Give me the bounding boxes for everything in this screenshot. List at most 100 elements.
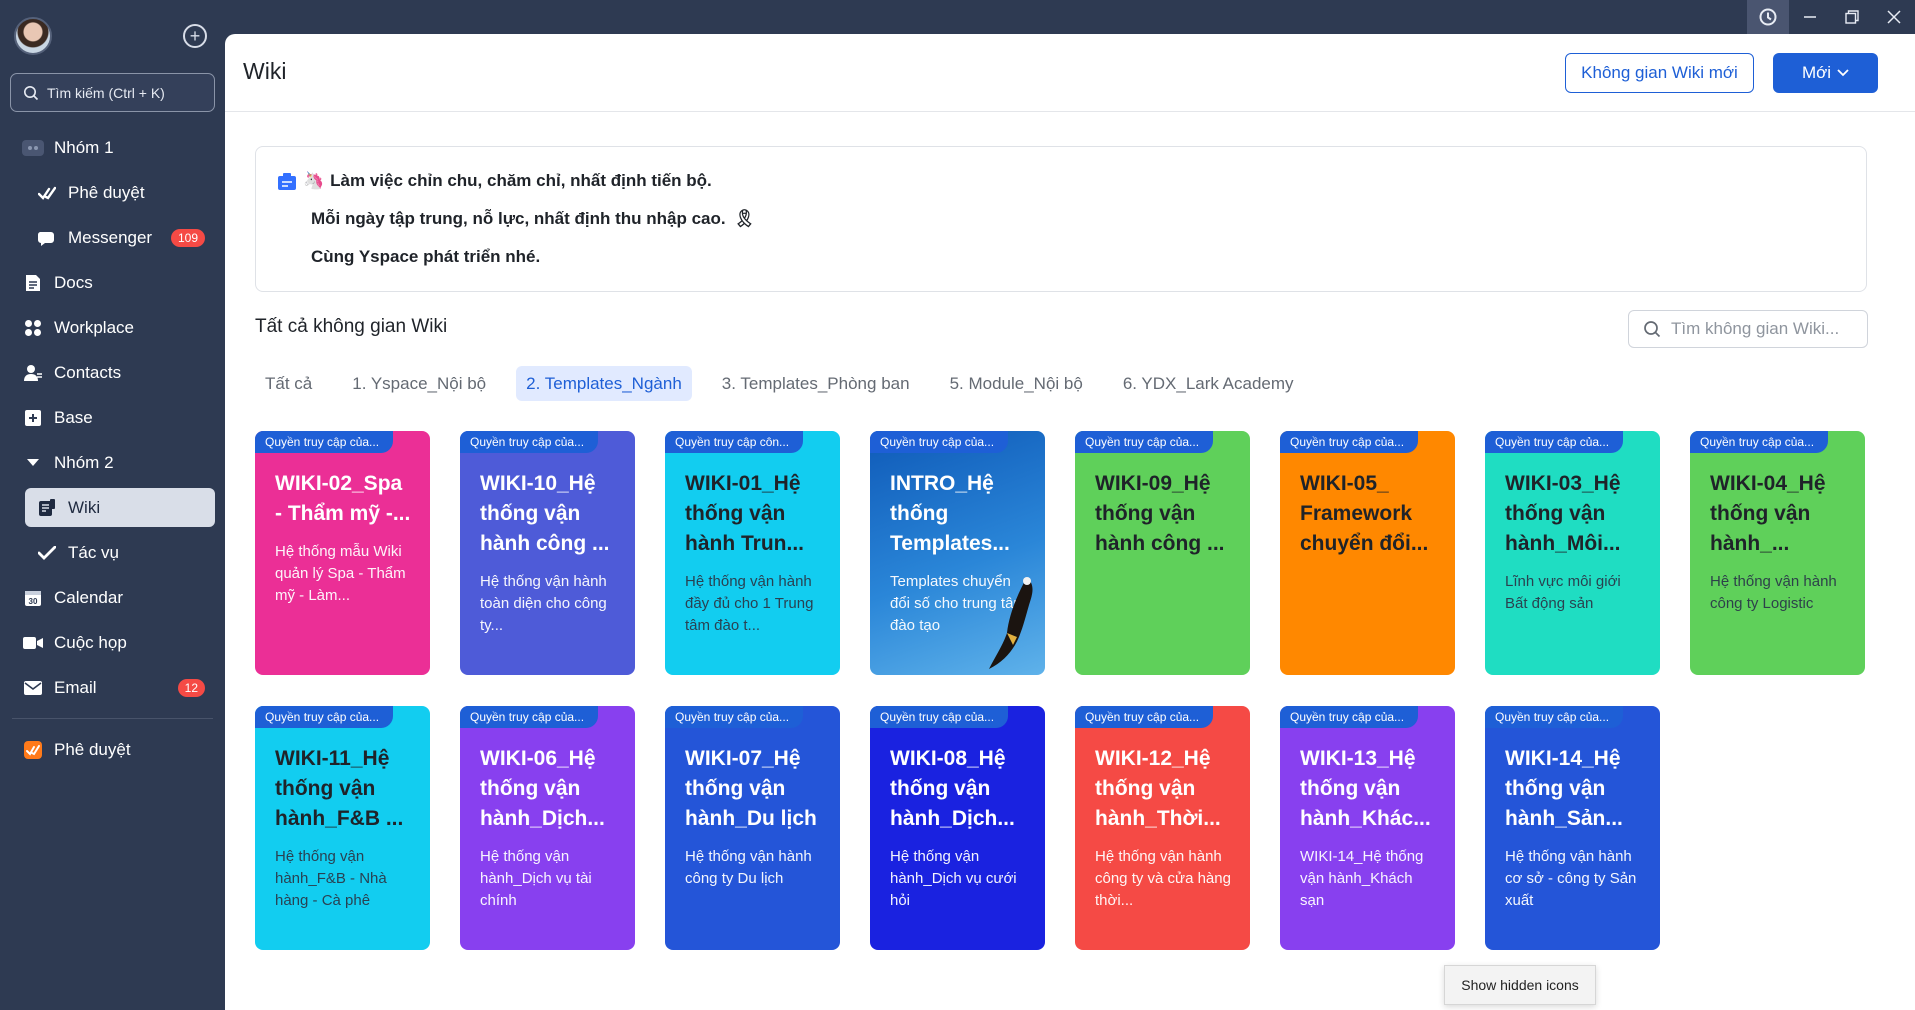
card-title: WIKI-09_Hệ thống vận hành công ...	[1095, 472, 1225, 555]
contacts-icon	[22, 362, 44, 384]
sidebar-item-email[interactable]: Email 12	[0, 665, 225, 710]
card-title: WIKI-06_Hệ thống vận hành_Dịch...	[480, 747, 605, 830]
card-title: WIKI-07_Hệ thống vận hành_Du lịch	[685, 747, 817, 830]
access-tag: Quyền truy cập của...	[1485, 431, 1624, 453]
tab-templates-nganh[interactable]: 2. Templates_Ngành	[516, 366, 692, 401]
avatar[interactable]	[14, 17, 52, 55]
wiki-space-card[interactable]: Quyền truy cập của... WIKI-11_Hệ thống vậ…	[255, 706, 430, 950]
unread-badge: 12	[177, 678, 205, 697]
sidebar-divider	[12, 718, 213, 719]
sidebar-item-tac-vu[interactable]: Tác vụ	[0, 530, 225, 575]
sidebar-item-label: Phê duyệt	[54, 739, 131, 759]
create-button[interactable]: +	[183, 24, 207, 48]
wiki-space-card[interactable]: Quyền truy cập của... WIKI-10_Hệ thống vậ…	[460, 431, 635, 675]
sidebar-item-label: Base	[54, 407, 93, 427]
announcement-line-3: Cùng Yspace phát triển nhé.	[311, 247, 541, 266]
card-title: WIKI-13_Hệ thống vận hành_Khác...	[1300, 747, 1431, 830]
announcement-line-1: 🦄 Làm việc chỉn chu, chăm chỉ, nhất định …	[303, 171, 712, 190]
tab-templates-phong-ban[interactable]: 3. Templates_Phòng ban	[712, 366, 920, 401]
sidebar-item-workplace[interactable]: Workplace	[0, 305, 225, 350]
sidebar-item-docs[interactable]: Docs	[0, 260, 225, 305]
wiki-space-card[interactable]: Quyền truy cập của... WIKI-09_Hệ thống vậ…	[1075, 431, 1250, 675]
sidebar-item-label: Phê duyệt	[68, 182, 145, 202]
sidebar-item-phe-duyet-app[interactable]: Phê duyệt	[0, 727, 225, 772]
card-description: Lĩnh vực môi giới Bất động sản	[1505, 573, 1621, 612]
sidebar-item-cuoc-hop[interactable]: Cuộc họp	[0, 620, 225, 665]
global-search[interactable]: Tìm kiếm (Ctrl + K)	[10, 73, 215, 112]
close-icon[interactable]	[1873, 0, 1915, 34]
access-tag: Quyền truy cập của...	[1280, 706, 1419, 728]
card-description: Hệ thống mẫu Wiki quản lý Spa - Thẩm mỹ …	[275, 543, 406, 604]
wiki-space-card[interactable]: Quyền truy cập của... WIKI-07_Hệ thống vậ…	[665, 706, 840, 950]
sidebar-item-label: Contacts	[54, 362, 122, 382]
wiki-space-card[interactable]: Quyền truy cập của... INTRO_Hệ thống Temp…	[870, 431, 1045, 675]
restore-icon[interactable]	[1831, 0, 1873, 34]
search-icon	[24, 85, 39, 100]
card-title: WIKI-08_Hệ thống vận hành_Dịch...	[890, 747, 1015, 830]
wiki-space-card[interactable]: Quyền truy cập côn... WIKI-01_Hệ thống vậ…	[665, 431, 840, 675]
meeting-icon	[22, 632, 44, 654]
tab-yspace-noi-bo[interactable]: 1. Yspace_Nội bộ	[342, 366, 496, 401]
wiki-space-card[interactable]: Quyền truy cập của... WIKI-08_Hệ thống vậ…	[870, 706, 1045, 950]
docs-icon	[22, 272, 44, 294]
eagle-image	[989, 577, 1033, 669]
wiki-space-card[interactable]: Quyền truy cập của... WIKI-14_Hệ thống vậ…	[1485, 706, 1660, 950]
svg-text:30: 30	[29, 597, 38, 606]
sidebar-item-nhom-2[interactable]: Nhóm 2	[0, 440, 225, 485]
tab-ydx-lark-academy[interactable]: 6. YDX_Lark Academy	[1113, 366, 1304, 401]
sidebar-item-label: Workplace	[54, 317, 134, 337]
header: Wiki Không gian Wiki mới Mới	[225, 34, 1915, 112]
window-controls	[1747, 0, 1915, 34]
tab-tat-ca[interactable]: Tất cả	[255, 366, 322, 401]
sidebar-item-label: Calendar	[54, 587, 123, 607]
sidebar-item-wiki[interactable]: Wiki	[0, 485, 225, 530]
email-icon	[22, 677, 44, 699]
access-tag: Quyền truy cập của...	[1075, 431, 1214, 453]
card-title: WIKI-04_Hệ thống vận hành_...	[1710, 472, 1826, 555]
task-icon	[36, 542, 58, 564]
card-description: Hệ thống vận hành cơ sở - công ty Sản xu…	[1505, 848, 1637, 909]
sidebar-item-calendar[interactable]: 30 Calendar	[0, 575, 225, 620]
section-title: Tất cả không gian Wiki	[255, 316, 448, 337]
wiki-space-card[interactable]: Quyền truy cập của... WIKI-06_Hệ thống vậ…	[460, 706, 635, 950]
sidebar-item-base[interactable]: Base	[0, 395, 225, 440]
page-title: Wiki	[243, 58, 287, 84]
access-tag: Quyền truy cập côn...	[665, 431, 804, 453]
wiki-space-card[interactable]: Quyền truy cập của... WIKI-05_ Framework …	[1280, 431, 1455, 675]
new-button[interactable]: Mới	[1773, 53, 1878, 93]
wiki-space-card[interactable]: Quyền truy cập của... WIKI-13_Hệ thống vậ…	[1280, 706, 1455, 950]
sidebar-item-phe-duyet[interactable]: Phê duyệt	[0, 170, 225, 215]
card-title: INTRO_Hệ thống Templates...	[890, 472, 1010, 555]
new-wiki-space-button[interactable]: Không gian Wiki mới	[1565, 53, 1754, 93]
wiki-icon	[36, 497, 58, 519]
sidebar-item-contacts[interactable]: Contacts	[0, 350, 225, 395]
announcement-line-2: Mỗi ngày tập trung, nỗ lực, nhất định th…	[311, 209, 756, 228]
wiki-space-card[interactable]: Quyền truy cập của... WIKI-12_Hệ thống vậ…	[1075, 706, 1250, 950]
main-panel: Wiki Không gian Wiki mới Mới 🦄 Làm việc c…	[225, 34, 1915, 1010]
document-icon	[278, 173, 296, 190]
sidebar-nav: Nhóm 1 Phê duyệt Messenger 109 Docs Work…	[0, 125, 225, 772]
wiki-space-card[interactable]: Quyền truy cập của... WIKI-04_Hệ thống vậ…	[1690, 431, 1865, 675]
unicorn-icon: 🦄	[303, 171, 325, 190]
access-tag: Quyền truy cập của...	[255, 706, 394, 728]
chevron-down-icon	[1837, 69, 1849, 77]
sidebar-item-nhom-1[interactable]: Nhóm 1	[0, 125, 225, 170]
access-tag: Quyền truy cập của...	[1075, 706, 1214, 728]
card-title: WIKI-14_Hệ thống vận hành_Sản...	[1505, 747, 1623, 830]
access-tag: Quyền truy cập của...	[870, 431, 1009, 453]
approval-icon	[36, 182, 58, 204]
tab-module-noi-bo[interactable]: 5. Module_Nội bộ	[940, 366, 1093, 401]
access-tag: Quyền truy cập của...	[460, 431, 599, 453]
access-tag: Quyền truy cập của...	[1690, 431, 1829, 453]
wiki-space-search[interactable]: Tìm không gian Wiki...	[1628, 310, 1868, 348]
wiki-space-card[interactable]: Quyền truy cập của... WIKI-02_Spa - Thẩm …	[255, 431, 430, 675]
chevron-down-icon	[22, 452, 44, 474]
card-title: WIKI-05_ Framework chuyển đổi...	[1300, 472, 1429, 555]
card-description: Hệ thống vận hành đầy đủ cho 1 Trung tâm…	[685, 573, 814, 634]
wiki-space-card[interactable]: Quyền truy cập của... WIKI-03_Hệ thống vậ…	[1485, 431, 1660, 675]
card-title: WIKI-10_Hệ thống vận hành công ...	[480, 472, 610, 555]
sidebar-item-messenger[interactable]: Messenger 109	[0, 215, 225, 260]
history-icon[interactable]	[1747, 0, 1789, 34]
minimize-icon[interactable]	[1789, 0, 1831, 34]
messenger-icon	[36, 227, 58, 249]
